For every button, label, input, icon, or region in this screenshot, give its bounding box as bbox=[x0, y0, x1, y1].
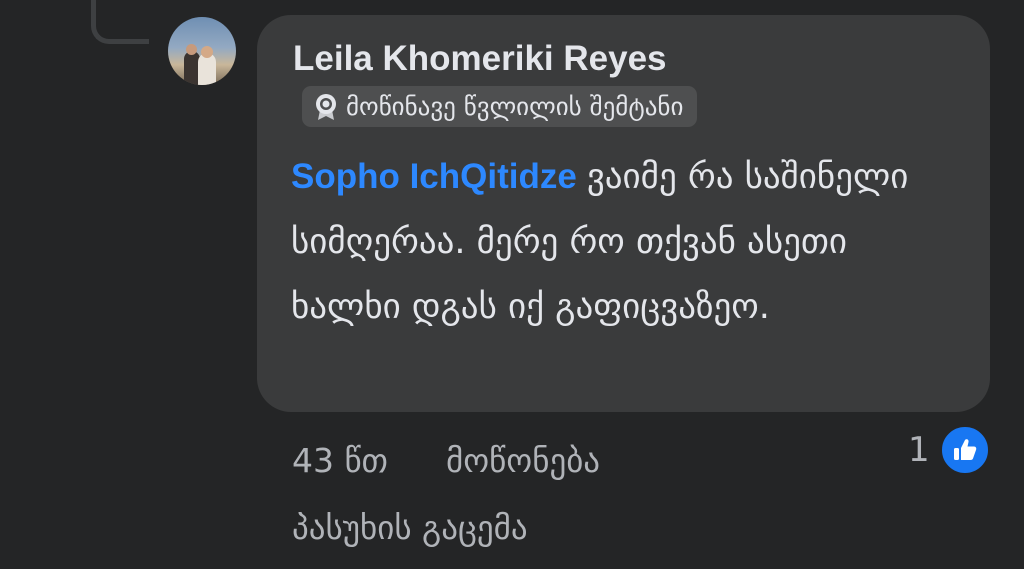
comment-actions: 43 წთ მოწონება bbox=[292, 437, 600, 485]
like-icon bbox=[939, 425, 990, 475]
mention-link[interactable]: Sopho IchQitidze bbox=[291, 157, 577, 196]
reply-button[interactable]: პასუხის გაცემა bbox=[292, 504, 528, 552]
avatar[interactable] bbox=[168, 17, 236, 85]
contributor-badge[interactable]: მოწინავე წვლილის შემტანი bbox=[302, 86, 698, 127]
badge-label: მოწინავე წვლილის შემტანი bbox=[346, 92, 684, 121]
comment-author[interactable]: Leila Khomeriki Reyes bbox=[293, 36, 667, 82]
like-button[interactable]: მოწონება bbox=[446, 437, 600, 485]
reaction-summary[interactable]: 1 bbox=[908, 425, 990, 475]
comment-thread: Leila Khomeriki Reyes მოწინავე წვლილის შ… bbox=[0, 0, 1024, 569]
thread-connector-line bbox=[91, 0, 149, 44]
reaction-count: 1 bbox=[908, 430, 930, 470]
comment-body: Sopho IchQitidze ვაიმე რა საშინელი სიმღერ… bbox=[291, 144, 951, 340]
comment-timestamp[interactable]: 43 წთ bbox=[292, 437, 388, 485]
avatar-head-right bbox=[201, 46, 213, 58]
avatar-head-left bbox=[186, 44, 197, 55]
badge-icon bbox=[315, 93, 337, 121]
